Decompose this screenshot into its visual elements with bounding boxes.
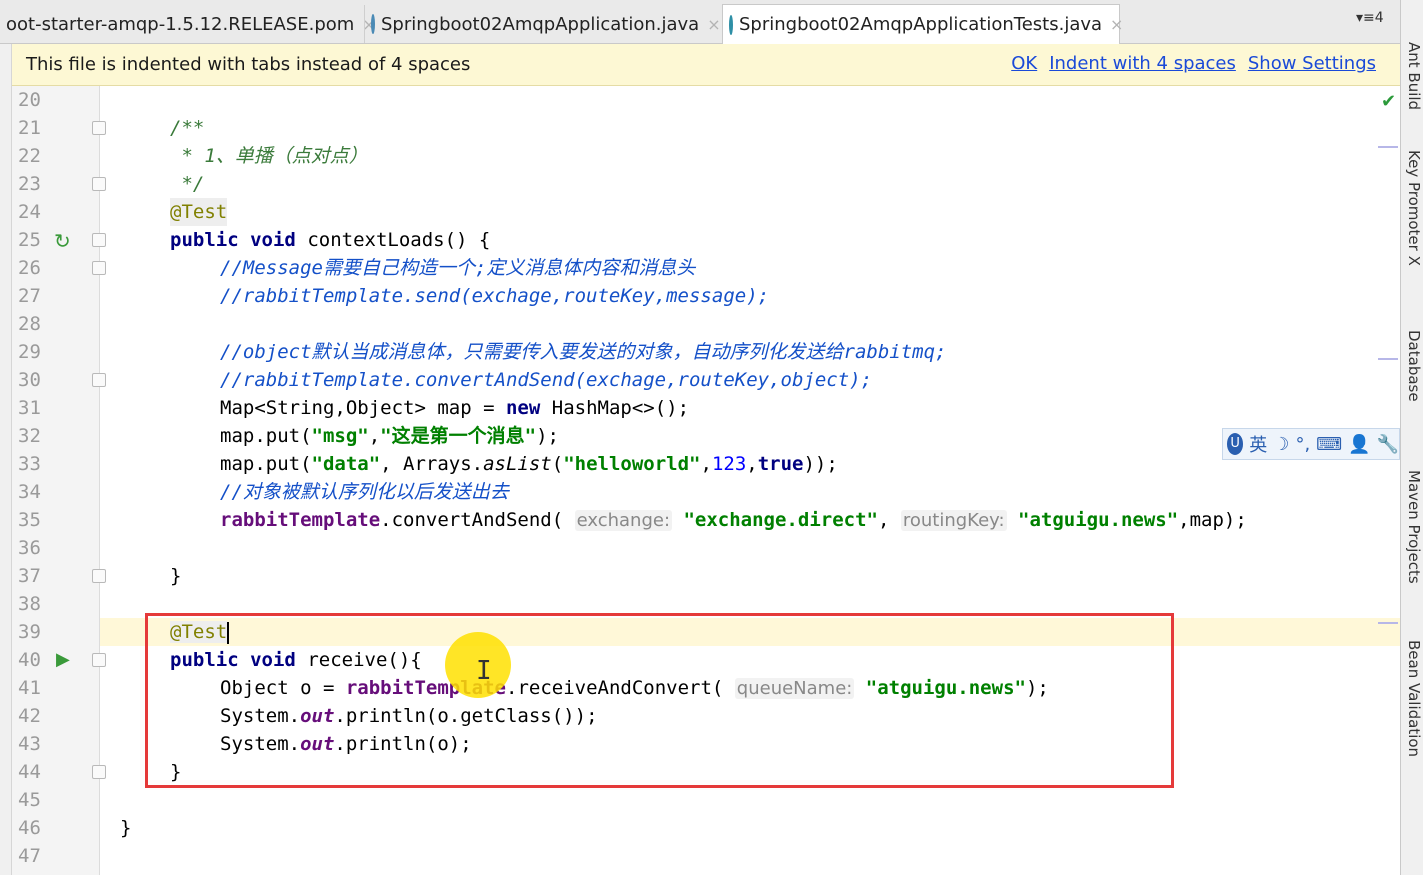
line-number: 30 (18, 369, 41, 391)
left-tool-strip (0, 44, 12, 875)
java-class-icon (729, 14, 733, 35)
line-number: 40 (18, 649, 41, 671)
maven-projects-panel[interactable]: Maven Projects (1405, 470, 1423, 584)
ime-wrench-icon[interactable]: 🔧 (1377, 434, 1399, 455)
key-promoter-panel[interactable]: Key Promoter X (1405, 150, 1423, 266)
indent-notification-bar: This file is indented with tabs instead … (12, 44, 1400, 86)
highlight-annotation-box (145, 613, 1174, 788)
line-number: 25 (18, 229, 41, 251)
ime-toolbar[interactable]: U 英 ☽ °, ⌨ 👤 🔧 (1222, 428, 1400, 460)
ime-user-icon[interactable]: 👤 (1348, 434, 1370, 455)
check-icon: ✔ (1381, 91, 1397, 112)
line-number: 23 (18, 173, 41, 195)
text-cursor-icon: I (476, 656, 492, 686)
close-icon[interactable]: × (1110, 15, 1123, 34)
notification-message: This file is indented with tabs instead … (26, 54, 471, 75)
line-number: 22 (18, 145, 41, 167)
code-line-24: @Test (170, 198, 228, 226)
line-number: 37 (18, 565, 41, 587)
line-number: 36 (18, 537, 41, 559)
ime-logo-icon: U (1227, 433, 1244, 455)
tab-overflow-menu-icon[interactable]: ▾≡4 (1356, 10, 1384, 26)
scroll-marker[interactable] (1378, 622, 1398, 624)
line-number: 41 (18, 677, 41, 699)
java-class-icon (371, 14, 375, 34)
right-tool-strip: Ant Build Key Promoter X Database Maven … (1400, 0, 1423, 875)
code-line-22: * 1、单播（点对点） (170, 145, 368, 167)
line-number: 35 (18, 509, 41, 531)
line-number: 45 (18, 789, 41, 811)
line-number: 24 (18, 201, 41, 223)
tab-label: Springboot02AmqpApplication.java (381, 13, 700, 35)
tab-pom[interactable]: oot-starter-amqp-1.5.12.RELEASE.pom × (0, 5, 376, 43)
tab-label: oot-starter-amqp-1.5.12.RELEASE.pom (6, 13, 355, 35)
line-number: 33 (18, 453, 41, 475)
scroll-marker[interactable] (1378, 146, 1398, 148)
code-line-34: //对象被默认序列化以后发送出去 (220, 481, 509, 503)
code-line-26: //Message需要自己构造一个;定义消息体内容和消息头 (220, 257, 696, 279)
editor-tab-bar: oot-starter-amqp-1.5.12.RELEASE.pom × Sp… (0, 0, 1400, 44)
ant-build-panel[interactable]: Ant Build (1405, 42, 1423, 110)
run-test-icon[interactable]: ▶ (56, 649, 70, 670)
line-number: 47 (18, 845, 41, 867)
line-number: 38 (18, 593, 41, 615)
tab-label: Springboot02AmqpApplicationTests.java (739, 14, 1103, 35)
line-number: 21 (18, 117, 41, 139)
line-number: 32 (18, 425, 41, 447)
ime-keyboard-icon[interactable]: ⌨ (1316, 434, 1342, 455)
line-number: 31 (18, 397, 41, 419)
line-number: 20 (18, 89, 41, 111)
line-number: 34 (18, 481, 41, 503)
code-line-31: Map<String,Object> map = new HashMap<>()… (220, 397, 690, 419)
line-number: 46 (18, 817, 41, 839)
line-number: 42 (18, 705, 41, 727)
tab-application[interactable]: Springboot02AmqpApplication.java × (364, 5, 721, 43)
ime-language-toggle[interactable]: 英 (1249, 431, 1267, 457)
code-line-35: rabbitTemplate.convertAndSend( exchange:… (220, 509, 1247, 531)
ok-link[interactable]: OK (1011, 53, 1037, 74)
code-line-25: public void contextLoads() { (170, 229, 491, 251)
ime-punctuation-icon[interactable]: °, (1295, 434, 1310, 455)
line-number: 44 (18, 761, 41, 783)
bean-validation-panel[interactable]: Bean Validation (1405, 640, 1423, 757)
code-line-27: //rabbitTemplate.send(exchage,routeKey,m… (220, 285, 770, 307)
show-settings-link[interactable]: Show Settings (1248, 53, 1376, 74)
code-line-21: /** (170, 117, 205, 139)
code-line-23: */ (170, 173, 205, 195)
close-icon[interactable]: × (707, 15, 720, 34)
line-number: 39 (18, 621, 41, 643)
scroll-marker[interactable] (1378, 358, 1398, 360)
database-panel[interactable]: Database (1405, 330, 1423, 402)
code-line-30: //rabbitTemplate.convertAndSend(exchage,… (220, 369, 873, 391)
code-line-33: map.put("data", Arrays.asList("helloworl… (220, 453, 838, 475)
code-line-37: } (170, 565, 182, 587)
tab-application-tests[interactable]: Springboot02AmqpApplicationTests.java × (722, 4, 1123, 44)
code-line-32: map.put("msg","这是第一个消息"); (220, 425, 559, 447)
line-number: 27 (18, 285, 41, 307)
line-number: 28 (18, 313, 41, 335)
indent-with-spaces-link[interactable]: Indent with 4 spaces (1049, 53, 1236, 74)
line-number: 29 (18, 341, 41, 363)
code-line-46: } (120, 817, 132, 839)
line-number: 43 (18, 733, 41, 755)
line-number: 26 (18, 257, 41, 279)
run-with-coverage-icon[interactable]: ↻ (54, 229, 71, 253)
ime-moon-icon[interactable]: ☽ (1273, 434, 1289, 455)
code-line-29: //object默认当成消息体，只需要传入要发送的对象，自动序列化发送给rabb… (220, 341, 947, 363)
line-gutter: 20 21 22 23 24 25 26 27 28 29 30 31 32 33 34 35 36 37 38 39… (12, 86, 106, 875)
